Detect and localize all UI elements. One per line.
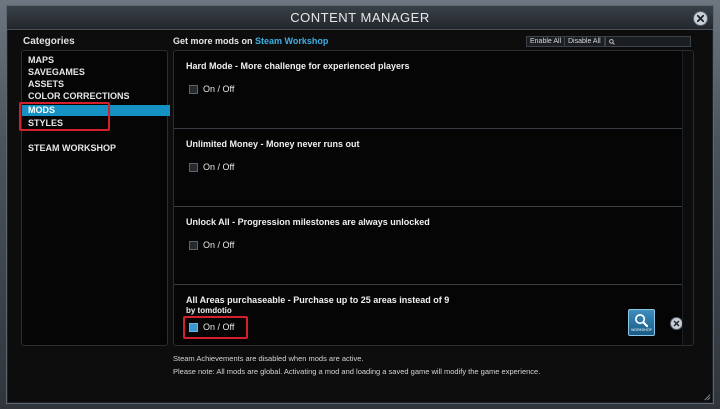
mod-toggle[interactable]: On / Off — [189, 240, 234, 250]
workshop-prefix-label: Get more mods on — [173, 36, 256, 46]
mods-styles-highlight — [19, 102, 110, 131]
mod-checkbox[interactable] — [189, 162, 198, 172]
category-sidebar: MAPS SAVEGAMES ASSETS COLOR CORRECTIONS … — [21, 50, 170, 346]
achievements-notice: Steam Achievements are disabled when mod… — [173, 354, 364, 363]
toggle-label: On / Off — [203, 240, 235, 250]
disable-all-button[interactable]: Disable All — [564, 36, 605, 47]
category-maps[interactable]: MAPS — [22, 55, 170, 66]
categories-heading: Categories — [23, 36, 75, 47]
steam-workshop-icon — [635, 314, 649, 328]
mod-title: All Areas purchaseable - Purchase up to … — [186, 295, 450, 305]
toggle-highlight — [183, 316, 248, 339]
category-savegames[interactable]: SAVEGAMES — [22, 67, 170, 78]
steam-workshop-link[interactable]: Steam Workshop — [255, 36, 328, 46]
category-color-corrections[interactable]: COLOR CORRECTIONS — [22, 91, 170, 99]
unsubscribe-icon — [673, 320, 680, 327]
mod-entry: All Areas purchaseable - Purchase up to … — [174, 285, 683, 345]
mod-entry: Unlimited Money - Money never runs out O… — [174, 129, 683, 207]
toggle-label: On / Off — [203, 162, 235, 172]
category-assets[interactable]: ASSETS — [22, 79, 170, 90]
mod-author: by tomdotio — [186, 306, 232, 315]
window-title: CONTENT MANAGER — [290, 10, 430, 25]
title-bar: CONTENT MANAGER — [7, 6, 713, 30]
close-icon — [696, 14, 705, 23]
content-manager-window: CONTENT MANAGER Categories MAPS SAVEGAME… — [6, 5, 714, 404]
mod-entry: Unlock All - Progression milestones are … — [174, 207, 683, 285]
mod-checkbox[interactable] — [189, 240, 198, 250]
workshop-badge: WORKSHOP — [631, 328, 652, 332]
enable-all-button[interactable]: Enable All — [526, 36, 566, 47]
mod-title: Unlimited Money - Money never runs out — [186, 139, 360, 149]
resize-grip-icon[interactable] — [702, 392, 711, 401]
close-button[interactable] — [693, 11, 708, 26]
search-icon — [609, 38, 615, 45]
mod-entry: Hard Mode - More challenge for experienc… — [174, 51, 683, 129]
mod-checkbox[interactable] — [189, 84, 198, 94]
global-mods-notice: Please note: All mods are global. Activa… — [173, 367, 541, 376]
mod-title: Unlock All - Progression milestones are … — [186, 217, 430, 227]
category-steam-workshop[interactable]: STEAM WORKSHOP — [22, 143, 170, 154]
toggle-label: On / Off — [203, 84, 235, 94]
workshop-link-text: Get more mods on Steam Workshop — [173, 36, 328, 46]
mod-list-scrollbar[interactable] — [682, 51, 693, 345]
mod-list: Hard Mode - More challenge for experienc… — [173, 50, 694, 346]
mod-title: Hard Mode - More challenge for experienc… — [186, 61, 410, 71]
search-input[interactable] — [605, 36, 691, 47]
steam-workshop-button[interactable]: WORKSHOP — [628, 309, 655, 336]
mod-toggle[interactable]: On / Off — [189, 162, 234, 172]
mod-toggle[interactable]: On / Off — [189, 84, 234, 94]
